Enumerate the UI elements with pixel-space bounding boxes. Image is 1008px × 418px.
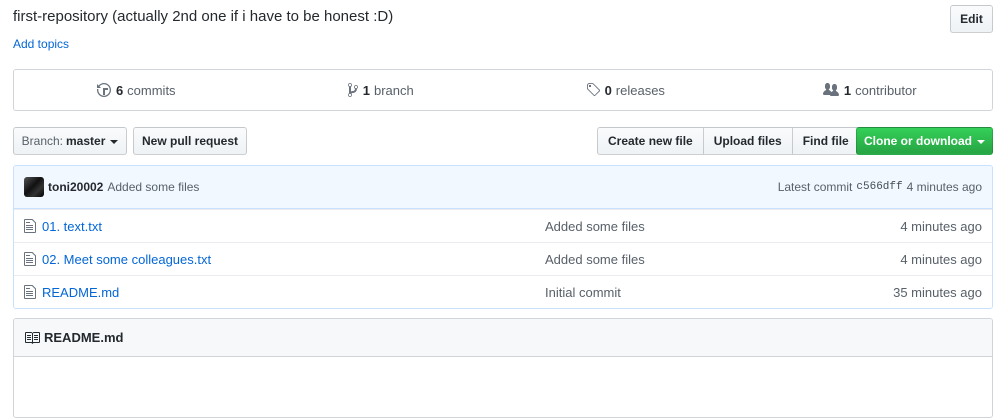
file-icon [24, 218, 40, 234]
find-file-button[interactable]: Find file [791, 127, 860, 155]
git-branch-icon [347, 82, 358, 97]
readme-header: README.md [14, 319, 992, 357]
clone-or-download-label: Clone or download [864, 134, 972, 148]
file-age: 4 minutes ago [900, 218, 982, 234]
branches-label: branch [373, 82, 414, 98]
file-table: toni20002 Added some files Latest commit… [13, 165, 993, 309]
readme-title: README.md [44, 330, 124, 345]
commits-label: commits [127, 82, 176, 98]
repo-summary: 6 commits 1 branch 0 releases 1 contribu… [13, 69, 993, 111]
edit-button[interactable]: Edit [950, 5, 993, 33]
commit-sha[interactable]: c566dff [856, 181, 902, 193]
file-link[interactable]: README.md [42, 285, 119, 300]
file-icon [24, 284, 40, 300]
chevron-down-icon [977, 139, 985, 144]
latest-commit-info: Latest commit c566dff 4 minutes ago [778, 166, 982, 208]
branch-select-button[interactable]: Branch: master [13, 127, 127, 155]
latest-commit-bar: toni20002 Added some files Latest commit… [14, 166, 992, 209]
readme-box: README.md [13, 318, 993, 418]
commit-message[interactable]: Added some files [107, 180, 199, 194]
branches-link[interactable]: 1 branch [259, 82, 504, 98]
latest-commit-age: 4 minutes ago [906, 180, 982, 194]
commits-link[interactable]: 6 commits [14, 82, 259, 98]
table-row: 02. Meet some colleagues.txt Added some … [14, 242, 992, 275]
clone-or-download-button[interactable]: Clone or download [856, 127, 993, 155]
file-commit-message[interactable]: Added some files [545, 219, 645, 234]
add-topics-link[interactable]: Add topics [13, 37, 69, 51]
branch-prefix: Branch: [21, 134, 63, 148]
table-row: README.md Initial commit 35 minutes ago [14, 275, 992, 308]
file-age: 4 minutes ago [900, 251, 982, 267]
new-pull-request-button[interactable]: New pull request [133, 127, 247, 155]
contributors-count: 1 [843, 82, 852, 98]
branch-name: master [66, 134, 106, 148]
file-commit-message[interactable]: Added some files [545, 252, 645, 267]
branches-count: 1 [362, 82, 370, 98]
file-commit-message[interactable]: Initial commit [545, 285, 621, 300]
people-icon [822, 83, 839, 96]
upload-files-button[interactable]: Upload files [702, 127, 793, 155]
commit-author[interactable]: toni20002 [48, 180, 103, 194]
commits-count: 6 [115, 82, 124, 98]
file-icon [24, 251, 40, 267]
file-link[interactable]: 02. Meet some colleagues.txt [42, 252, 211, 267]
contributors-link[interactable]: 1 contributor [748, 82, 993, 98]
releases-count: 0 [604, 82, 612, 98]
releases-label: releases [615, 82, 665, 98]
table-row: 01. text.txt Added some files 4 minutes … [14, 209, 992, 242]
file-link[interactable]: 01. text.txt [42, 219, 102, 234]
create-new-file-button[interactable]: Create new file [597, 127, 704, 155]
releases-link[interactable]: 0 releases [503, 82, 748, 98]
contributors-label: contributor [855, 82, 917, 98]
tag-icon [586, 83, 600, 97]
file-actions-group: Create new file Upload files Find file [597, 127, 860, 155]
latest-commit-prefix: Latest commit [777, 180, 853, 194]
file-age: 35 minutes ago [893, 284, 982, 300]
chevron-down-icon [110, 139, 119, 144]
repo-description: first-repository (actually 2nd one if i … [13, 8, 394, 25]
book-icon [25, 331, 40, 344]
history-icon [96, 83, 111, 97]
avatar[interactable] [24, 177, 44, 197]
